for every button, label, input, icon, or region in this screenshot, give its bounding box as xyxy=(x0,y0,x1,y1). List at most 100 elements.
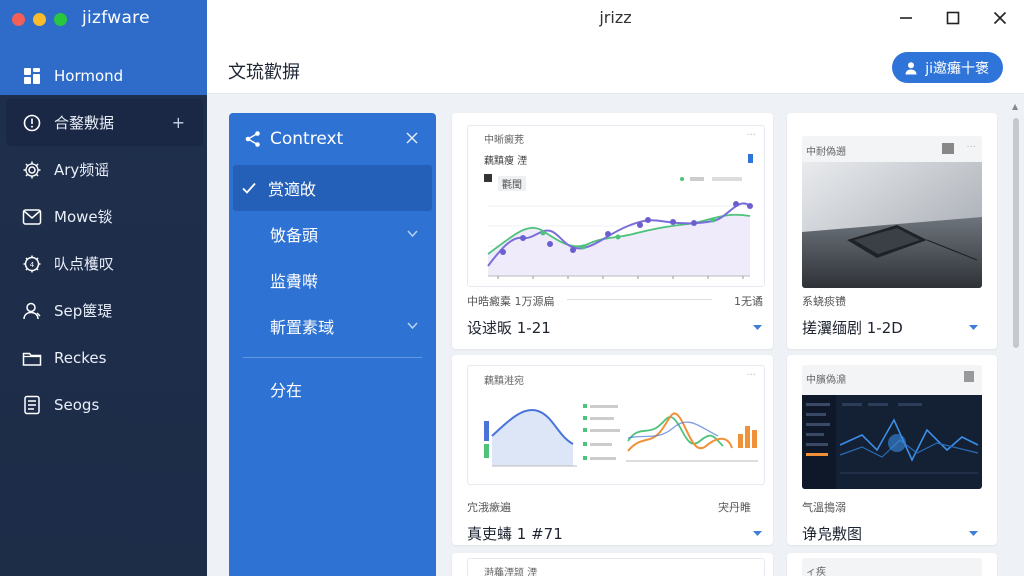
card-meta: 宂涐瘶遍 xyxy=(467,501,511,514)
chevron-down-icon[interactable] xyxy=(968,324,979,332)
context-item[interactable]: 斬置素琙 xyxy=(229,303,436,349)
sidebar-nav: Hormond 合鍪敷据 + Ary频谣 Mowe锬 4 㕥点檴叹 Sep箧瑅 … xyxy=(0,52,207,428)
context-item[interactable]: 监賮啭 xyxy=(229,257,436,303)
minimize-window-dot[interactable] xyxy=(33,13,46,26)
page-header: 文琉歡摒 ji邀癱十褒 xyxy=(207,36,1024,94)
sidebar-item-recent[interactable]: Reckes xyxy=(0,334,207,381)
document-icon xyxy=(22,395,42,415)
dark-dashboard-preview xyxy=(802,395,982,489)
maximize-button[interactable] xyxy=(938,6,968,30)
dashboard-card[interactable]: 中晰癜茺 ··· 藕黰痩 湮 氍閠 中晧癜槖 1万源扁 1无谲 设逑昄 1-21 xyxy=(452,113,773,349)
bookmark-icon[interactable] xyxy=(942,143,954,154)
context-item-label: 斬置素琙 xyxy=(270,318,335,337)
sidebar-item-data[interactable]: 合鍪敷据 + xyxy=(6,99,203,146)
context-item-label: 赏適敀 xyxy=(268,180,317,199)
dashboard-card[interactable]: ィ疾 xyxy=(787,553,997,576)
context-divider xyxy=(243,357,422,358)
share-icon xyxy=(245,131,260,147)
wave-charts xyxy=(484,404,758,467)
close-icon xyxy=(406,132,418,144)
dashboard-card[interactable]: 中臏偽濎 气溫搗溺 诤凫敷图 xyxy=(787,355,997,545)
dashboard-card[interactable]: 溡蘒湮颕 湮 xyxy=(452,553,773,576)
bookmark-icon[interactable] xyxy=(964,371,974,382)
add-icon[interactable]: + xyxy=(172,113,185,132)
card-meta: 气溫搗溺 xyxy=(802,501,846,514)
context-item-label: 监賮啭 xyxy=(270,272,319,291)
card-meta: 系蛲痰镄 xyxy=(802,295,846,308)
minimize-button[interactable] xyxy=(891,6,921,30)
context-footer-item[interactable]: 分在 xyxy=(229,366,436,412)
mail-icon xyxy=(22,207,42,227)
card-meta: 中晧癜槖 1万源扁 xyxy=(467,295,555,308)
grid-icon xyxy=(22,66,42,86)
card-thumbnail: 溡蘒湮颕 湮 xyxy=(467,558,765,576)
sidebar-item-label: 合鍪敷据 xyxy=(54,114,115,132)
close-icon xyxy=(993,11,1007,25)
close-button[interactable] xyxy=(985,6,1015,30)
user-icon xyxy=(22,301,42,321)
dashboard-card[interactable]: 藕黰溎宛 ··· 宂涐瘶遍 宊丹睢 真吏蝳 1 #71 xyxy=(452,355,773,545)
context-close-button[interactable] xyxy=(406,129,418,148)
chevron-down-icon[interactable] xyxy=(752,324,763,332)
sidebar-item-label: Seogs xyxy=(54,395,100,414)
thumb-title: 溡蘒湮颕 湮 xyxy=(484,568,538,576)
scroll-up-icon[interactable]: ▲ xyxy=(1012,102,1018,111)
context-item-label: 敂备頭 xyxy=(270,226,319,245)
title-bar: jrizz xyxy=(207,0,1024,36)
settings-badge-icon: 4 xyxy=(22,254,42,274)
gear-icon xyxy=(22,160,42,180)
svg-text:4: 4 xyxy=(30,261,35,269)
info-circle-icon xyxy=(22,113,42,133)
thumb-title: 中臏偽濎 xyxy=(806,375,846,386)
sidebar-item-label: Hormond xyxy=(54,66,124,85)
scrollbar[interactable]: ▲ xyxy=(1011,100,1021,576)
app-name: jizfware xyxy=(82,8,150,28)
card-title: 真吏蝳 1 #71 xyxy=(467,525,563,543)
card-thumbnail: 中晰癜茺 ··· 藕黰痩 湮 氍閠 xyxy=(467,125,765,287)
sidebar-item-user[interactable]: Sep箧瑅 xyxy=(0,287,207,334)
context-header: Contrext xyxy=(229,113,436,165)
card-thumbnail: 中臏偽濎 xyxy=(802,365,982,489)
chevron-down-icon xyxy=(407,322,418,330)
sidebar-item-label: Ary频谣 xyxy=(54,161,110,179)
dashboard-card[interactable]: 中耐偽遡 ··· 系蛲痰镄 搓瀷缅剧 1-2D xyxy=(787,113,997,349)
card-title: 设逑昄 1-21 xyxy=(467,319,551,337)
card-grid: 中晰癜茺 ··· 藕黰痩 湮 氍閠 中晧癜槖 1万源扁 1无谲 设逑昄 1-21… xyxy=(452,113,1004,576)
sidebar-item-label: Sep箧瑅 xyxy=(54,302,113,320)
sidebar-item-label: Mowe锬 xyxy=(54,208,113,226)
minimize-icon xyxy=(900,17,912,19)
card-meta-right: 宊丹睢 xyxy=(718,501,751,514)
context-item-selected[interactable]: 赏適敀 xyxy=(233,165,432,211)
thumb-title: 中耐偽遡 xyxy=(806,147,846,158)
sidebar: jizfware Hormond 合鍪敷据 + Ary频谣 Mowe锬 4 㕥点… xyxy=(0,0,207,576)
sidebar-item-frequency[interactable]: Ary频谣 xyxy=(0,146,207,193)
context-item[interactable]: 敂备頭 xyxy=(229,211,436,257)
sidebar-item-logs[interactable]: Seogs xyxy=(0,381,207,428)
sidebar-item-settings[interactable]: 4 㕥点檴叹 xyxy=(0,240,207,287)
card-thumbnail: ィ疾 xyxy=(802,558,982,576)
folder-icon xyxy=(22,348,42,368)
context-panel: Contrext 赏適敀 敂备頭 监賮啭 斬置素琙 分在 xyxy=(229,113,436,576)
context-item-label: 分在 xyxy=(270,381,303,400)
chevron-down-icon xyxy=(407,230,418,238)
thumb-title: ィ疾 xyxy=(806,567,826,576)
more-icon[interactable]: ··· xyxy=(966,142,976,153)
chevron-down-icon[interactable] xyxy=(968,530,979,538)
window-controls xyxy=(12,13,67,26)
sidebar-item-mail[interactable]: Mowe锬 xyxy=(0,193,207,240)
sidebar-item-label: Reckes xyxy=(54,348,107,367)
scrollbar-thumb[interactable] xyxy=(1013,118,1019,348)
maximize-window-dot[interactable] xyxy=(54,13,67,26)
sidebar-item-home[interactable]: Hormond xyxy=(0,52,207,99)
user-action-label: ji邀癱十褒 xyxy=(925,60,989,77)
user-icon xyxy=(905,61,917,74)
close-window-dot[interactable] xyxy=(12,13,25,26)
card-thumbnail: 藕黰溎宛 ··· xyxy=(467,365,765,485)
sidebar-item-label: 㕥点檴叹 xyxy=(54,255,115,273)
page-title: 文琉歡摒 xyxy=(228,62,300,83)
laptop-photo xyxy=(802,162,982,288)
line-chart xyxy=(484,154,753,279)
check-icon xyxy=(242,179,256,198)
chevron-down-icon[interactable] xyxy=(752,530,763,538)
user-action-button[interactable]: ji邀癱十褒 xyxy=(892,52,1003,83)
